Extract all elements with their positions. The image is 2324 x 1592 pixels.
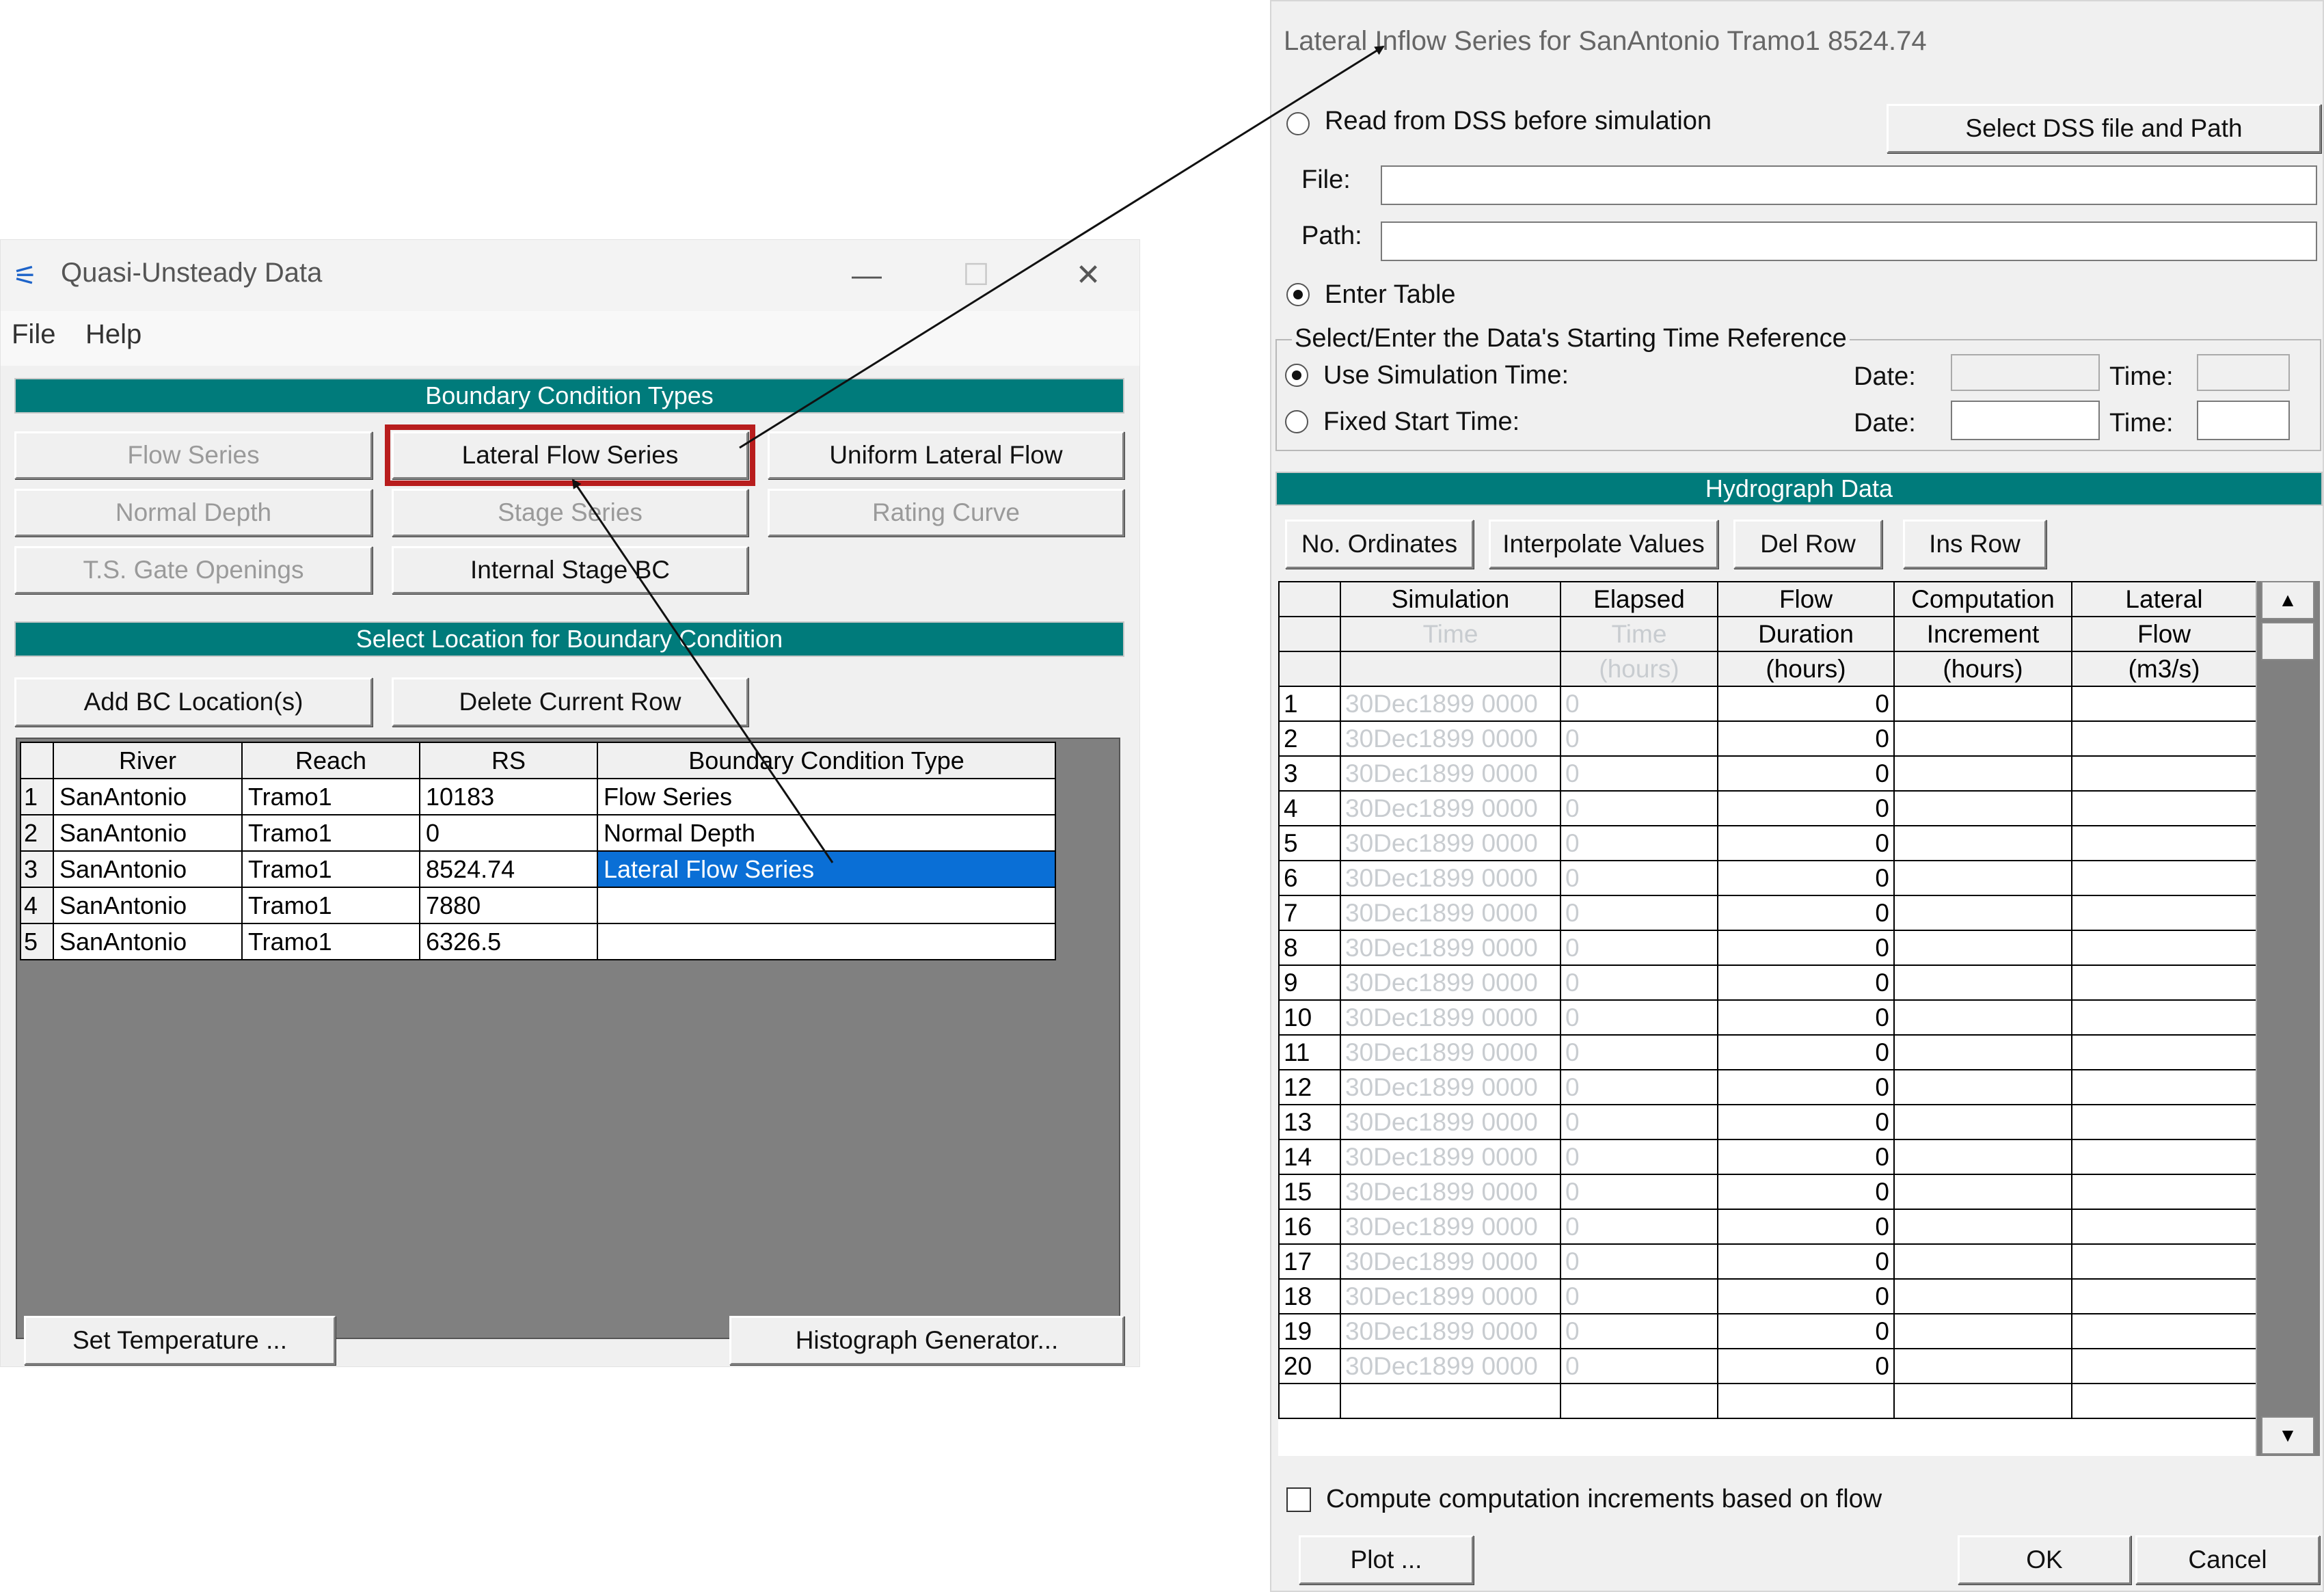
arrow-to-lateral-button	[571, 478, 834, 863]
arrow-to-lateral-window	[739, 45, 1385, 449]
annotation-arrows	[571, 45, 1385, 863]
